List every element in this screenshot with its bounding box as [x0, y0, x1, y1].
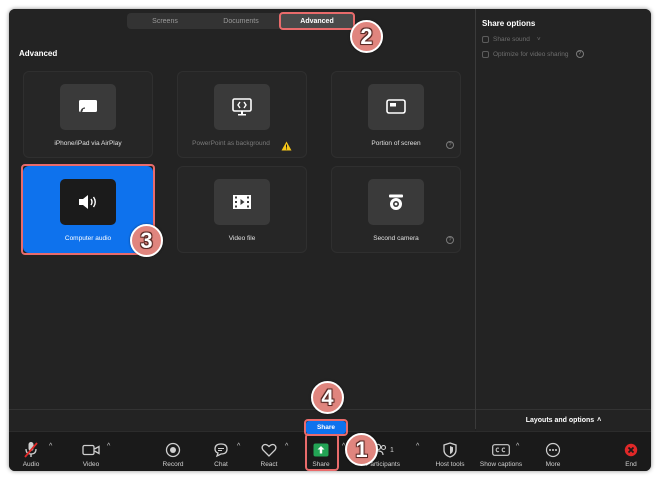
participants-options-caret[interactable]: ^ — [416, 443, 419, 450]
captions-options-caret[interactable]: ^ — [516, 443, 519, 450]
highlight-share-toolbar — [305, 433, 339, 471]
tab-screens[interactable]: Screens — [127, 13, 203, 29]
airplay-icon — [60, 84, 116, 130]
optimize-video-label: Optimize for video sharing — [493, 50, 569, 58]
help-icon[interactable]: ? — [575, 50, 584, 58]
shield-icon — [443, 441, 457, 459]
record-icon — [165, 441, 181, 459]
more-label: More — [545, 461, 561, 468]
record-label: Record — [162, 461, 184, 468]
react-options-caret[interactable]: ^ — [285, 443, 288, 450]
tile-label: iPhone/iPad via AirPlay — [54, 140, 122, 147]
chevron-up-icon: ˄ — [597, 417, 602, 424]
camera-icon — [368, 179, 424, 225]
video-options-caret[interactable]: ^ — [107, 443, 110, 450]
layouts-and-options[interactable]: Layouts and options ˄ — [476, 409, 651, 431]
share-sound-label: Share sound — [493, 36, 530, 43]
video-label: Video — [82, 461, 100, 468]
react-label: React — [260, 461, 278, 468]
end-button[interactable]: End — [619, 432, 643, 471]
tile-airplay[interactable]: iPhone/iPad via AirPlay — [23, 71, 153, 158]
film-icon — [214, 179, 270, 225]
chat-button[interactable]: Chat — [209, 432, 233, 471]
muted-microphone-icon — [24, 441, 38, 459]
section-title: Advanced — [19, 49, 58, 58]
meeting-toolbar: Audio ^ Video ^ Record Chat ^ React ^ Sh… — [9, 431, 651, 471]
share-sound-option[interactable]: Share sound ˅ — [482, 36, 541, 43]
react-button[interactable]: React — [257, 432, 281, 471]
chat-label: Chat — [214, 461, 228, 468]
step-badge-4: 4 — [311, 381, 344, 414]
audio-options-caret[interactable]: ^ — [49, 443, 52, 450]
optimize-video-checkbox[interactable] — [482, 50, 489, 58]
captions-icon — [492, 441, 510, 459]
highlight-share-button — [304, 419, 348, 436]
step-badge-2: 2 — [350, 20, 383, 53]
video-camera-icon — [82, 441, 100, 459]
optimize-video-option[interactable]: Optimize for video sharing ? — [482, 50, 584, 58]
share-options-panel: Share options Share sound ˅ Optimize for… — [476, 9, 651, 429]
more-icon — [545, 441, 561, 459]
layouts-label: Layouts and options — [525, 417, 595, 424]
tile-powerpoint-background[interactable]: PowerPoint as background — [177, 71, 307, 158]
end-call-icon — [624, 441, 638, 459]
tile-portion-of-screen[interactable]: Portion of screen ? — [331, 71, 461, 158]
host-tools-button[interactable]: Host tools — [433, 432, 467, 471]
tile-label: Portion of screen — [371, 140, 421, 147]
share-screen-window: Screens Documents Advanced Advanced iPho… — [9, 9, 651, 471]
video-button[interactable]: Video — [79, 432, 103, 471]
host-tools-label: Host tools — [435, 461, 465, 468]
tab-documents[interactable]: Documents — [203, 13, 279, 29]
tile-second-camera[interactable]: Second camera ? — [331, 166, 461, 253]
heart-icon — [261, 441, 277, 459]
chat-options-caret[interactable]: ^ — [237, 443, 240, 450]
step-badge-3: 3 — [130, 224, 163, 257]
show-captions-label: Show captions — [479, 461, 523, 468]
end-label: End — [625, 461, 637, 468]
share-action-bar — [9, 409, 475, 431]
share-source-panel: Screens Documents Advanced Advanced iPho… — [9, 9, 475, 409]
tile-label: Second camera — [373, 235, 419, 242]
help-icon[interactable]: ? — [446, 236, 454, 244]
show-captions-button[interactable]: Show captions — [479, 432, 523, 471]
participants-count: 1 — [390, 446, 394, 454]
tile-label: Video file — [228, 235, 256, 242]
portion-of-screen-icon — [368, 84, 424, 130]
more-button[interactable]: More — [539, 432, 567, 471]
share-sound-checkbox[interactable] — [482, 36, 489, 43]
audio-label: Audio — [22, 461, 40, 468]
tile-video-file[interactable]: Video file — [177, 166, 307, 253]
chat-icon — [213, 441, 229, 459]
chevron-down-icon[interactable]: ˅ — [537, 36, 541, 43]
step-badge-1: 1 — [345, 433, 378, 466]
warning-icon — [281, 138, 292, 156]
audio-button[interactable]: Audio — [19, 432, 43, 471]
record-button[interactable]: Record — [159, 432, 187, 471]
share-options-title: Share options — [482, 19, 536, 28]
highlight-advanced-tab — [279, 12, 355, 30]
help-icon[interactable]: ? — [446, 141, 454, 149]
powerpoint-icon — [214, 84, 270, 130]
